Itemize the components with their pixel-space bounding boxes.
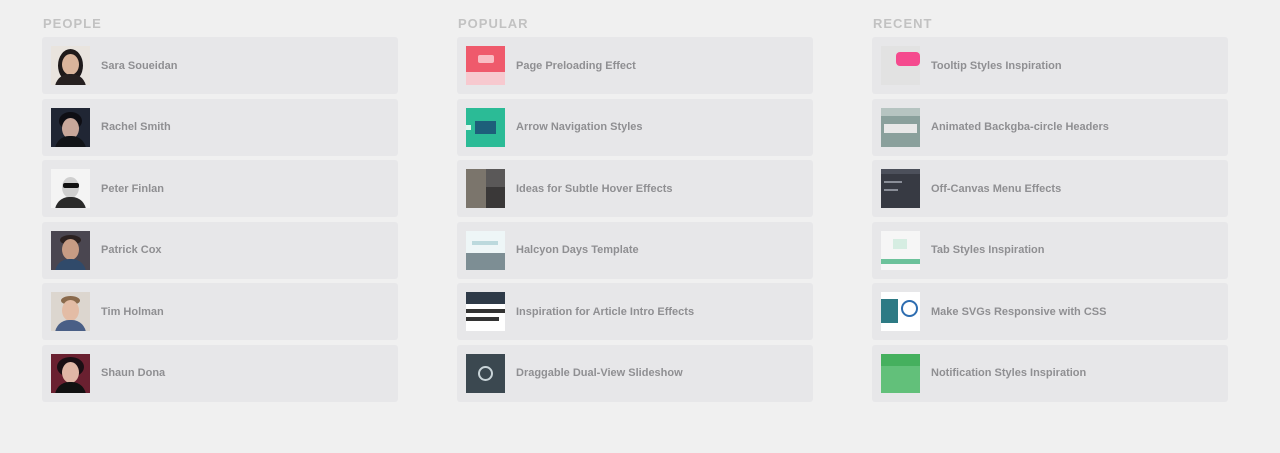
preview-thumbnail: [466, 353, 505, 393]
recent-item-off-canvas-menu[interactable]: Off-Canvas Menu Effects: [872, 160, 1228, 218]
avatar: [51, 292, 90, 332]
preview-thumbnail: [881, 107, 920, 147]
person-item-sara-soueidan[interactable]: Sara Soueidan: [42, 37, 398, 94]
popular-item-subtle-hover[interactable]: Ideas for Subtle Hover Effects: [457, 160, 813, 218]
article-title: Ideas for Subtle Hover Effects: [516, 182, 673, 195]
popular-item-halcyon-days[interactable]: Halcyon Days Template: [457, 221, 813, 279]
article-title: Animated Backgba-circle Headers: [931, 121, 1109, 134]
preview-thumbnail: [881, 230, 920, 270]
article-title: Tooltip Styles Inspiration: [931, 59, 1062, 72]
person-name: Shaun Dona: [101, 367, 166, 380]
preview-thumbnail: [466, 46, 505, 85]
recent-item-responsive-svgs[interactable]: Make SVGs Responsive with CSS: [872, 283, 1228, 341]
person-item-peter-finlan[interactable]: Peter Finlan: [42, 160, 398, 218]
person-name: Sara Soueidan: [101, 59, 178, 72]
person-item-shaun-dona[interactable]: Shaun Dona: [42, 344, 398, 402]
people-column: PEOPLE Sara Soueidan Rachel Smith Peter …: [42, 16, 398, 407]
avatar: [51, 46, 90, 85]
popular-column: POPULAR Page Preloading Effect Arrow Nav…: [457, 16, 813, 407]
avatar: [51, 107, 90, 147]
popular-item-article-intro[interactable]: Inspiration for Article Intro Effects: [457, 283, 813, 341]
article-title: Off-Canvas Menu Effects: [931, 182, 1062, 195]
recent-item-tab-styles[interactable]: Tab Styles Inspiration: [872, 221, 1228, 279]
preview-thumbnail: [881, 169, 920, 209]
avatar: [51, 230, 90, 270]
avatar: [51, 353, 90, 393]
article-title: Halcyon Days Template: [516, 244, 639, 257]
person-name: Tim Holman: [101, 305, 164, 318]
article-title: Arrow Navigation Styles: [516, 121, 643, 134]
person-item-tim-holman[interactable]: Tim Holman: [42, 283, 398, 341]
recent-heading: RECENT: [873, 16, 933, 31]
article-title: Tab Styles Inspiration: [931, 244, 1045, 257]
preview-thumbnail: [466, 230, 505, 270]
person-name: Peter Finlan: [101, 182, 164, 195]
avatar: [51, 169, 90, 209]
person-item-rachel-smith[interactable]: Rachel Smith: [42, 98, 398, 156]
article-title: Notification Styles Inspiration: [931, 367, 1087, 380]
recent-column: RECENT Tooltip Styles Inspiration Animat…: [872, 16, 1228, 407]
people-heading: PEOPLE: [43, 16, 102, 31]
columns-container: PEOPLE Sara Soueidan Rachel Smith Peter …: [0, 0, 1280, 453]
article-title: Draggable Dual-View Slideshow: [516, 367, 683, 380]
preview-thumbnail: [466, 292, 505, 332]
person-name: Rachel Smith: [101, 121, 171, 134]
preview-thumbnail: [466, 169, 505, 209]
article-title: Make SVGs Responsive with CSS: [931, 305, 1107, 318]
recent-item-animated-headers[interactable]: Animated Backgba-circle Headers: [872, 98, 1228, 156]
popular-item-arrow-navigation[interactable]: Arrow Navigation Styles: [457, 98, 813, 156]
preview-thumbnail: [881, 46, 920, 85]
recent-item-notification-styles[interactable]: Notification Styles Inspiration: [872, 344, 1228, 402]
popular-heading: POPULAR: [458, 16, 529, 31]
article-title: Page Preloading Effect: [516, 59, 636, 72]
person-item-patrick-cox[interactable]: Patrick Cox: [42, 221, 398, 279]
recent-item-tooltip-styles[interactable]: Tooltip Styles Inspiration: [872, 37, 1228, 94]
popular-item-dual-view-slideshow[interactable]: Draggable Dual-View Slideshow: [457, 344, 813, 402]
preview-thumbnail: [881, 353, 920, 393]
person-name: Patrick Cox: [101, 244, 162, 257]
article-title: Inspiration for Article Intro Effects: [516, 305, 695, 318]
preview-thumbnail: [881, 292, 920, 332]
preview-thumbnail: [466, 107, 505, 147]
popular-item-page-preloading[interactable]: Page Preloading Effect: [457, 37, 813, 94]
